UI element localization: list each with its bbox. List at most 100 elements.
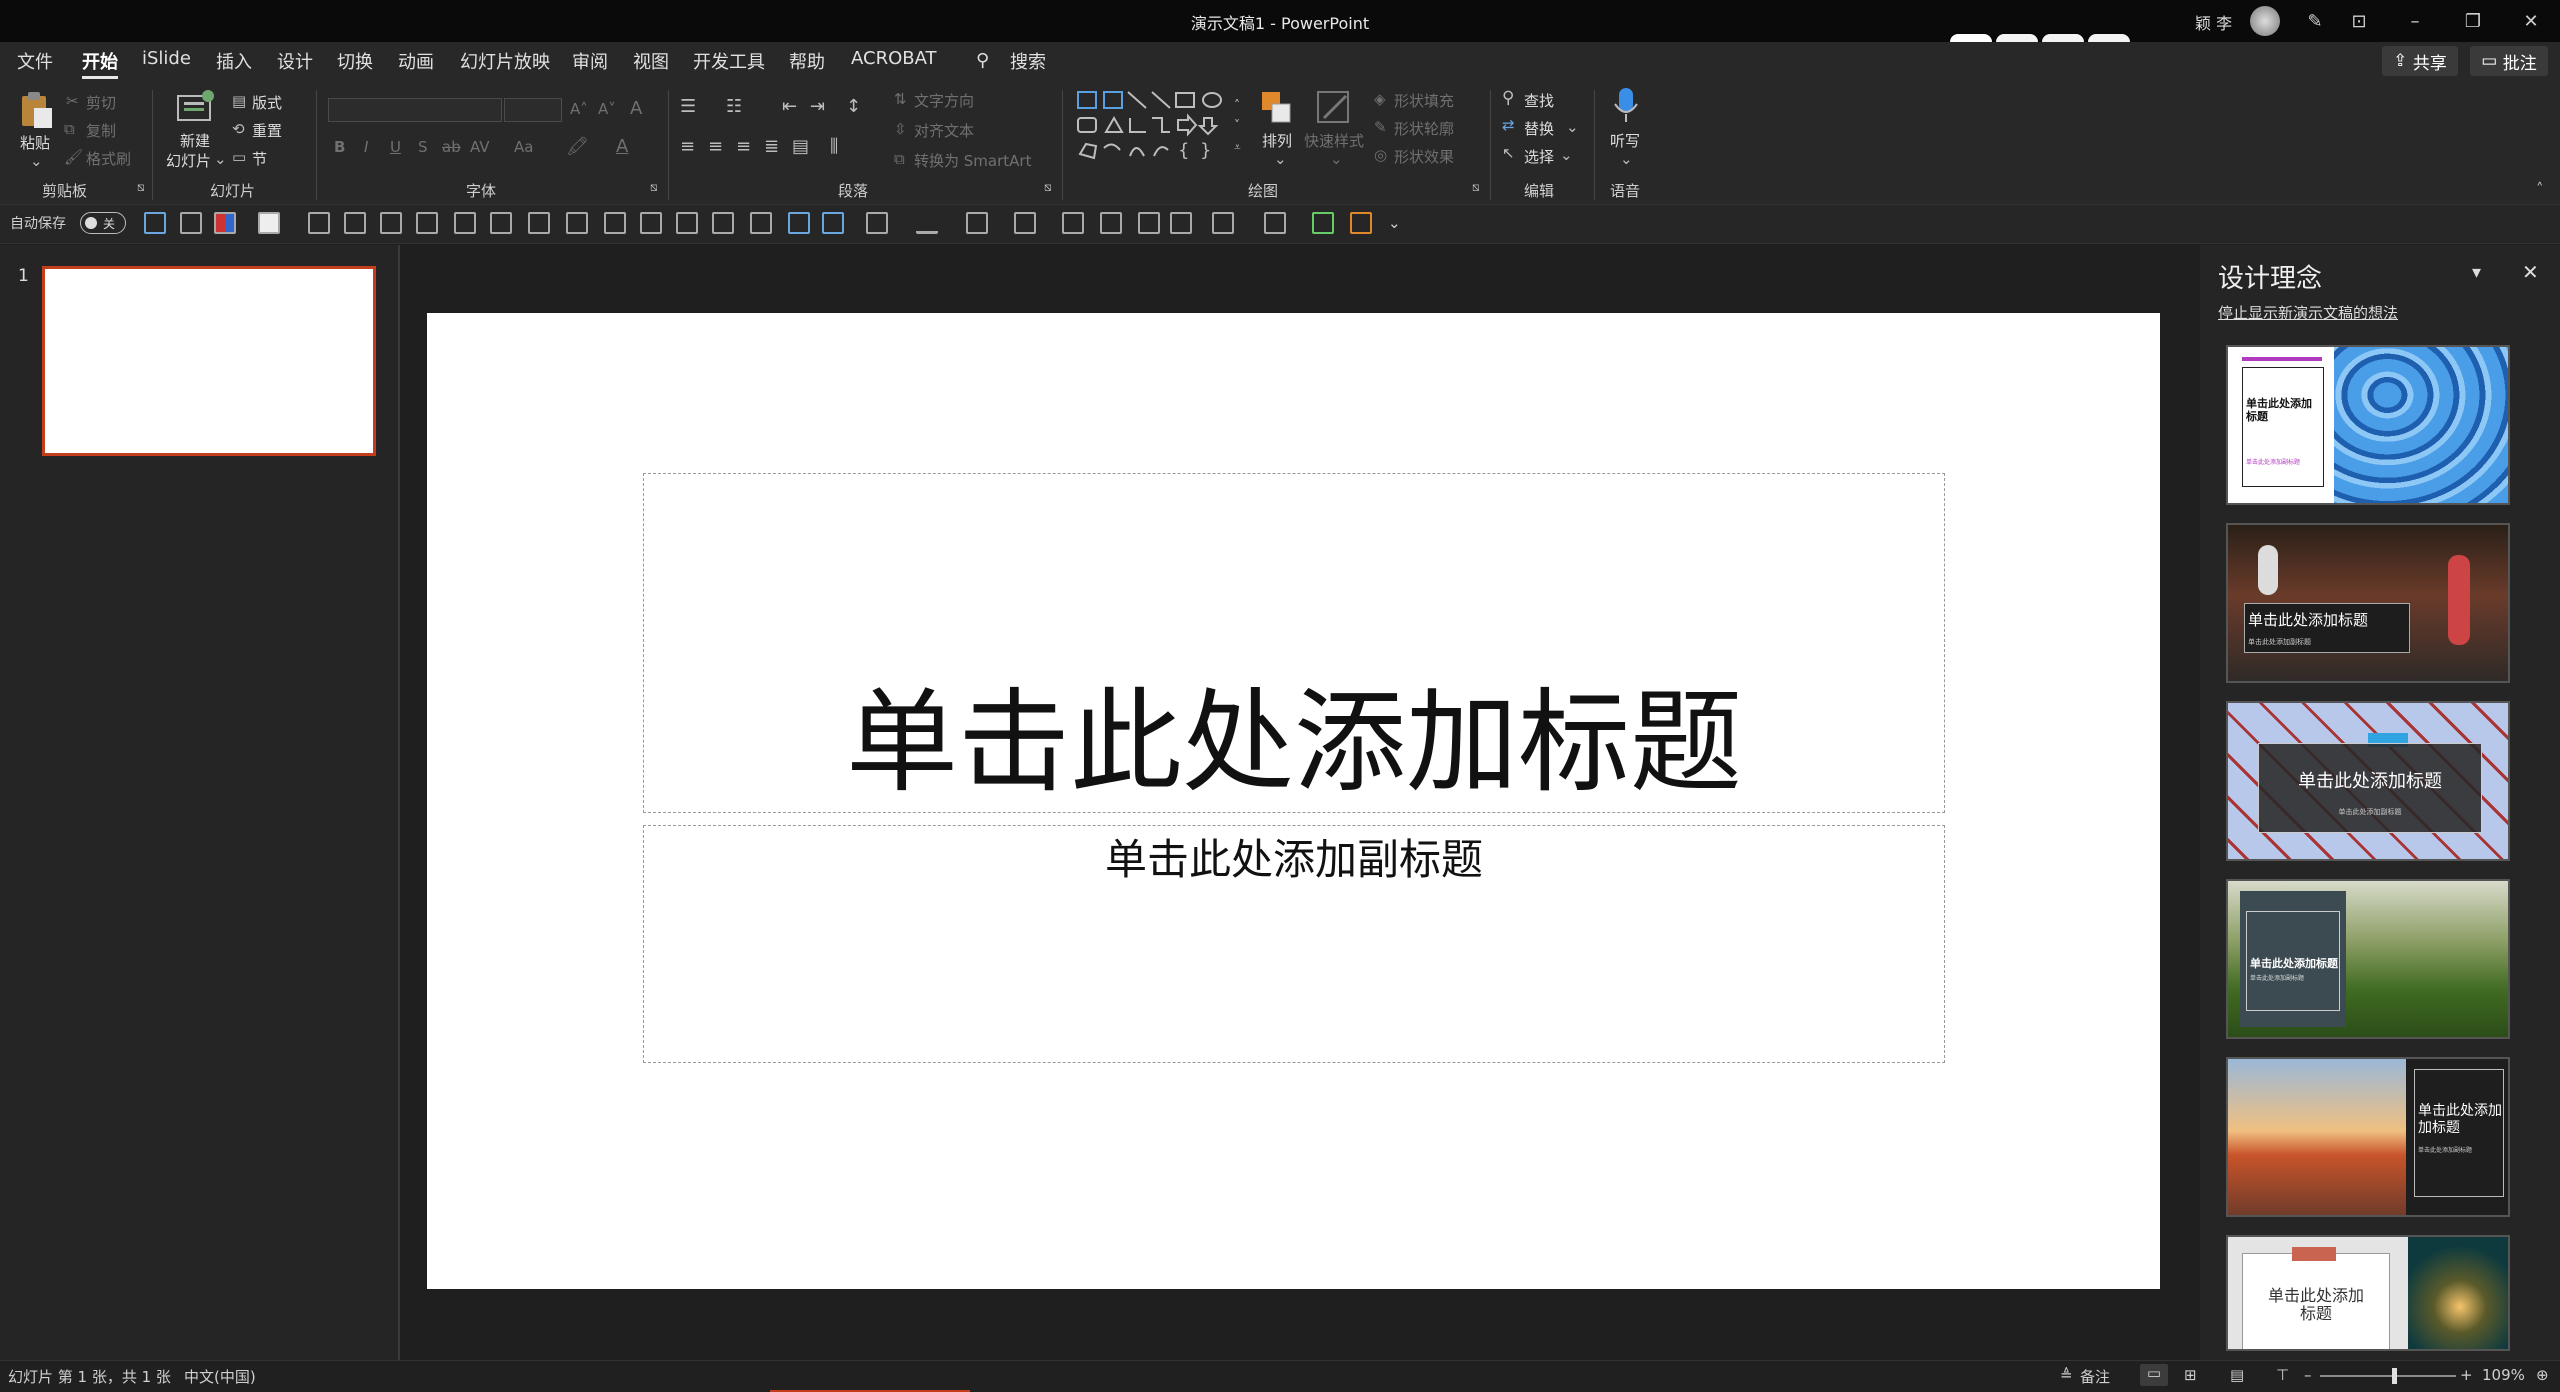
tab-review[interactable]: 审阅 bbox=[572, 48, 608, 76]
qat-distribute-v-icon[interactable] bbox=[712, 212, 734, 234]
tab-animations[interactable]: 动画 bbox=[398, 48, 434, 76]
shapes-scroll-down-icon[interactable]: ˅ bbox=[1234, 118, 1240, 132]
align-center-icon[interactable]: ≡ bbox=[708, 136, 723, 157]
decrease-indent-icon[interactable]: ⇤ bbox=[782, 96, 797, 117]
fit-to-window-icon[interactable]: ⊕ bbox=[2536, 1366, 2549, 1384]
qat-ruler-icon[interactable] bbox=[1312, 212, 1334, 234]
arrange-icon[interactable] bbox=[1260, 90, 1296, 128]
microphone-icon[interactable] bbox=[1612, 86, 1640, 126]
qat-outline-icon[interactable] bbox=[258, 212, 280, 234]
zoom-level[interactable]: 109% bbox=[2482, 1366, 2525, 1384]
new-slide-label-2[interactable]: 幻灯片 bbox=[166, 150, 211, 171]
select-button[interactable]: 选择 bbox=[1524, 146, 1554, 167]
avatar[interactable] bbox=[2250, 6, 2280, 36]
find-button[interactable]: 查找 bbox=[1524, 90, 1554, 111]
shapes-scroll-up-icon[interactable]: ˄ bbox=[1234, 98, 1240, 112]
align-text-button[interactable]: 对齐文本 bbox=[914, 120, 974, 141]
zoom-slider[interactable] bbox=[2320, 1375, 2456, 1377]
qat-close-icon[interactable] bbox=[180, 212, 202, 234]
shape-effects-button[interactable]: 形状效果 bbox=[1394, 146, 1454, 167]
qat-brush-icon[interactable] bbox=[1100, 212, 1122, 234]
qat-eraser-icon[interactable] bbox=[1062, 212, 1084, 234]
bullets-icon[interactable]: ☰ bbox=[680, 96, 696, 117]
new-slide-label-1[interactable]: 新建 bbox=[180, 130, 210, 151]
font-name-select[interactable] bbox=[328, 98, 502, 122]
tab-home[interactable]: 开始 bbox=[82, 48, 118, 79]
qat-align-middle-icon[interactable] bbox=[490, 212, 512, 234]
tab-help[interactable]: 帮助 bbox=[789, 48, 825, 76]
align-right-icon[interactable]: ≡ bbox=[736, 136, 751, 157]
qat-send-backward-icon[interactable] bbox=[344, 212, 366, 234]
replace-dropdown-icon[interactable]: ⌄ bbox=[1566, 118, 1579, 136]
tab-acrobat[interactable]: ACROBAT bbox=[851, 48, 937, 76]
shape-outline-button[interactable]: 形状轮廓 bbox=[1394, 118, 1454, 139]
normal-view-icon[interactable]: ▭ bbox=[2140, 1364, 2168, 1386]
new-slide-icon[interactable] bbox=[174, 88, 216, 128]
new-slide-dropdown-icon[interactable]: ⌄ bbox=[214, 150, 227, 168]
text-shadow-button[interactable]: S bbox=[418, 138, 428, 156]
language-status[interactable]: 中文(中国) bbox=[184, 1366, 256, 1387]
slide-count-status[interactable]: 幻灯片 第 1 张，共 1 张 bbox=[8, 1366, 171, 1387]
align-left-icon[interactable]: ≡ bbox=[680, 136, 695, 157]
qat-align-right-icon[interactable] bbox=[640, 212, 662, 234]
layout-button[interactable]: 版式 bbox=[252, 92, 282, 113]
paste-dropdown-icon[interactable]: ⌄ bbox=[30, 152, 43, 170]
title-placeholder-text[interactable]: 单击此处添加标题 bbox=[643, 676, 1945, 810]
pen-icon[interactable]: ✎ bbox=[2298, 6, 2332, 36]
italic-button[interactable]: I bbox=[364, 138, 368, 156]
qat-align-top-icon[interactable] bbox=[454, 212, 476, 234]
numbering-icon[interactable]: ☷ bbox=[726, 96, 742, 117]
qat-picture-icon[interactable] bbox=[750, 212, 772, 234]
close-icon[interactable]: ✕ bbox=[2514, 6, 2548, 36]
cut-button[interactable]: 剪切 bbox=[86, 92, 116, 113]
zoom-out-icon[interactable]: – bbox=[2304, 1366, 2312, 1384]
highlight-icon[interactable]: 🖍 bbox=[566, 136, 589, 157]
qat-send-back-icon[interactable] bbox=[416, 212, 438, 234]
tab-slideshow[interactable]: 幻灯片放映 bbox=[460, 48, 550, 76]
dictate-dropdown-icon[interactable]: ⌄ bbox=[1620, 150, 1633, 168]
comments-button[interactable]: ▭ 批注 bbox=[2470, 46, 2548, 76]
shapes-gallery[interactable]: {} bbox=[1076, 88, 1246, 164]
shapes-more-icon[interactable]: ⩡ bbox=[1234, 140, 1241, 155]
quick-styles-icon[interactable] bbox=[1314, 88, 1354, 128]
share-button[interactable]: ⇪ 共享 bbox=[2382, 46, 2458, 76]
qat-bring-front-icon[interactable] bbox=[380, 212, 402, 234]
qat-align-center-icon[interactable] bbox=[604, 212, 626, 234]
justify-icon[interactable]: ≣ bbox=[764, 136, 779, 157]
zoom-in-icon[interactable]: + bbox=[2460, 1366, 2473, 1384]
slideshow-icon[interactable]: ⊤ bbox=[2276, 1366, 2289, 1384]
autosave-toggle[interactable]: 关 bbox=[80, 212, 126, 234]
bold-button[interactable]: B bbox=[334, 138, 345, 156]
qat-distribute-h-icon[interactable] bbox=[676, 212, 698, 234]
qat-bring-forward-icon[interactable] bbox=[308, 212, 330, 234]
qat-shadow-icon[interactable] bbox=[1212, 212, 1234, 234]
minimize-icon[interactable]: – bbox=[2398, 6, 2432, 36]
search-icon[interactable]: ⚲ bbox=[976, 50, 989, 71]
text-direction-button[interactable]: 文字方向 bbox=[914, 90, 974, 111]
subtitle-placeholder-text[interactable]: 单击此处添加副标题 bbox=[643, 826, 1945, 887]
slide-sorter-icon[interactable]: ⊞ bbox=[2184, 1366, 2197, 1384]
shape-fill-button[interactable]: 形状填充 bbox=[1394, 90, 1454, 111]
qat-align-bottom-icon[interactable] bbox=[528, 212, 550, 234]
section-button[interactable]: 节 bbox=[252, 148, 267, 169]
slide-thumbnail[interactable] bbox=[42, 266, 376, 456]
change-case-button[interactable]: Aa bbox=[514, 138, 533, 156]
qat-merge-icon[interactable] bbox=[1170, 212, 1192, 234]
columns-icon[interactable]: ⫼ bbox=[830, 136, 838, 157]
qat-outline-color-icon[interactable] bbox=[1014, 212, 1036, 234]
design-idea-5[interactable]: 单击此处添加 加标题 单击此处添加副标题 bbox=[2226, 1057, 2510, 1217]
qat-font-color-icon[interactable] bbox=[916, 212, 938, 234]
font-launcher-icon[interactable]: ⧅ bbox=[650, 180, 658, 195]
reset-button[interactable]: 重置 bbox=[252, 120, 282, 141]
search-box[interactable]: 搜索 bbox=[1010, 48, 1046, 76]
user-name[interactable]: 颖 李 bbox=[2195, 10, 2232, 34]
qat-save-icon[interactable] bbox=[144, 212, 166, 234]
tab-transitions[interactable]: 切换 bbox=[337, 48, 373, 76]
qat-group-icon[interactable] bbox=[866, 212, 888, 234]
dictate-button[interactable]: 听写 bbox=[1610, 130, 1640, 151]
font-size-select[interactable] bbox=[504, 98, 562, 122]
ribbon-display-icon[interactable]: ⊡ bbox=[2342, 6, 2376, 36]
restore-icon[interactable]: ❐ bbox=[2456, 6, 2490, 36]
tab-islide[interactable]: iSlide bbox=[142, 48, 191, 76]
increase-indent-icon[interactable]: ⇥ bbox=[810, 96, 825, 117]
